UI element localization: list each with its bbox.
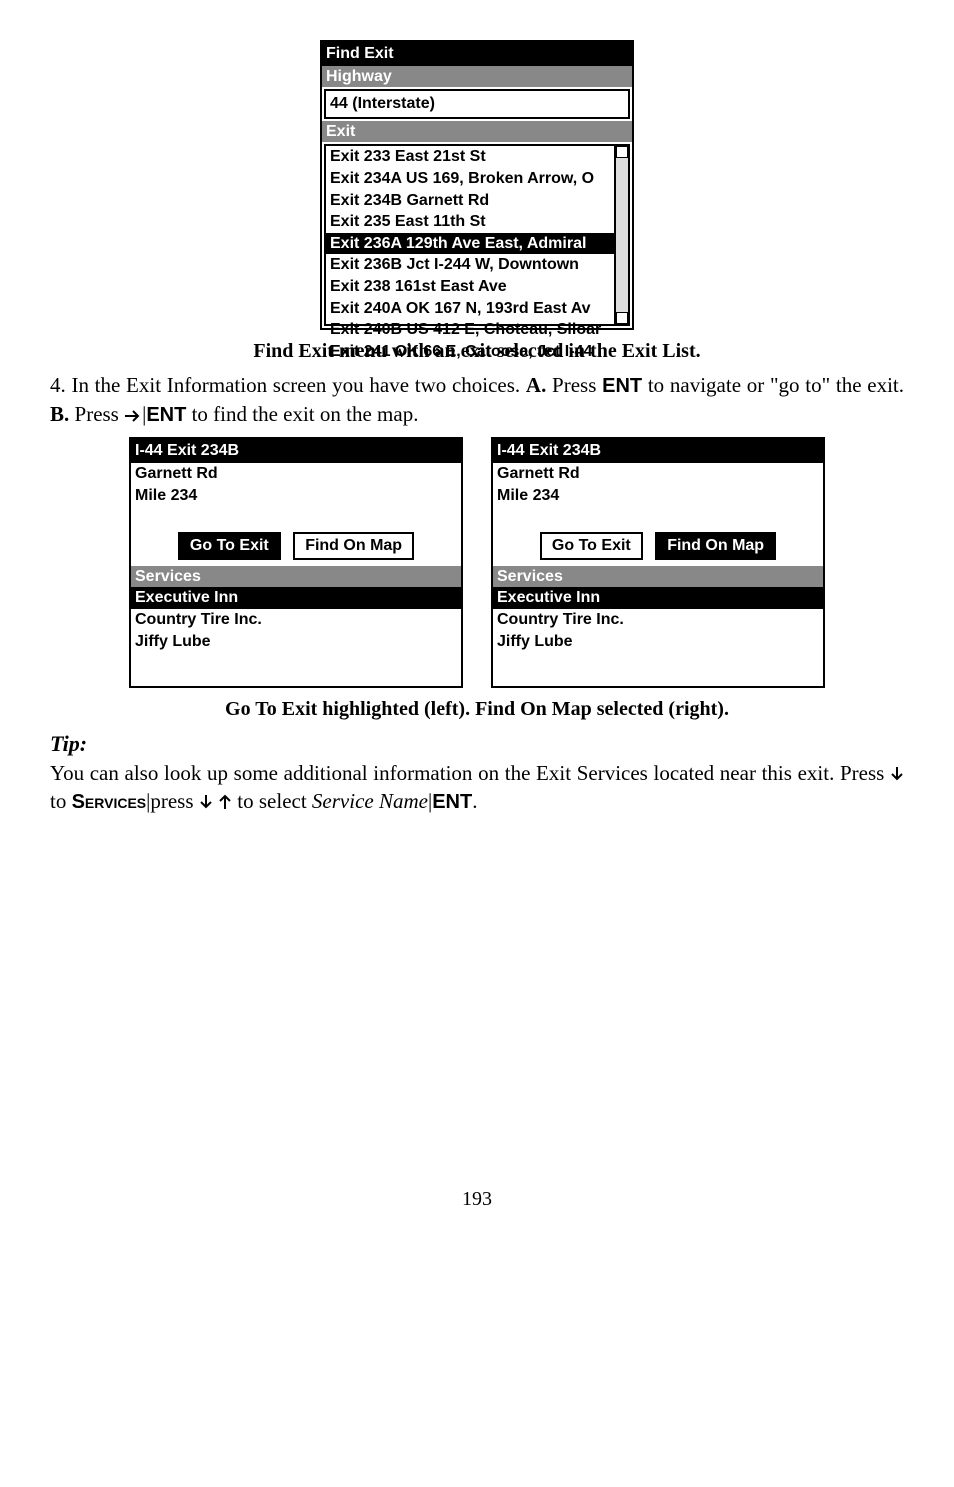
list-item[interactable]: Exit 240A OK 167 N, 193rd East Av [326, 298, 628, 320]
mile-label: Mile 234 [131, 485, 461, 507]
figure-2-caption: Go To Exit highlighted (left). Find On M… [50, 696, 904, 723]
tip-body: You can also look up some additional inf… [50, 759, 904, 816]
arrow-down-icon [199, 794, 213, 810]
key-ent: ENT [432, 791, 472, 813]
list-item[interactable]: Country Tire Inc. [493, 609, 823, 631]
text: to select [232, 789, 312, 813]
text: |press [146, 789, 199, 813]
tip-heading: Tip: [50, 729, 904, 759]
list-item[interactable]: Exit 238 161st East Ave [326, 276, 628, 298]
go-to-exit-button[interactable]: Go To Exit [178, 532, 281, 560]
list-item[interactable]: Exit 240B US 412 E, Choteau, Siloar [326, 319, 628, 341]
key-ent: ENT [146, 404, 186, 426]
find-exit-window: Find Exit Highway 44 (Interstate) Exit E… [320, 40, 634, 330]
text: Service Name [312, 789, 428, 813]
figure-2: I-44 Exit 234B Garnett Rd Mile 234 Go To… [50, 437, 904, 688]
arrow-down-icon [890, 766, 904, 782]
list-item[interactable]: Exit 236B Jct I-244 W, Downtown [326, 254, 628, 276]
scroll-up-icon[interactable] [616, 146, 628, 158]
mile-label: Mile 234 [493, 485, 823, 507]
arrow-up-icon [218, 794, 232, 810]
text: to find the exit on the map. [186, 402, 418, 426]
go-to-exit-button[interactable]: Go To Exit [540, 532, 643, 560]
highway-label: Highway [322, 66, 632, 88]
services-label: Services [131, 566, 461, 588]
scrollbar[interactable] [614, 146, 628, 324]
figure-1: Find Exit Highway 44 (Interstate) Exit E… [50, 40, 904, 330]
list-item[interactable]: Jiffy Lube [131, 631, 461, 653]
scroll-down-icon[interactable] [616, 312, 628, 324]
text: B. [50, 402, 69, 426]
list-item[interactable]: Jiffy Lube [493, 631, 823, 653]
list-item[interactable]: Exit 234A US 169, Broken Arrow, O [326, 168, 628, 190]
list-item[interactable]: Exit 235 East 11th St [326, 211, 628, 233]
key-services: Services [72, 791, 147, 813]
arrow-right-icon [124, 409, 142, 423]
exit-info-window-left: I-44 Exit 234B Garnett Rd Mile 234 Go To… [129, 437, 463, 688]
list-item[interactable]: Exit 234B Garnett Rd [326, 190, 628, 212]
text: 4. In the Exit Information screen you ha… [50, 373, 526, 397]
step-4-paragraph: 4. In the Exit Information screen you ha… [50, 371, 904, 429]
list-item[interactable]: Country Tire Inc. [131, 609, 461, 631]
exit-list[interactable]: Exit 233 East 21st StExit 234A US 169, B… [324, 144, 630, 326]
key-ent: ENT [602, 375, 642, 397]
exit-name: Garnett Rd [131, 463, 461, 485]
find-on-map-button[interactable]: Find On Map [655, 532, 776, 560]
page-number: 193 [50, 1186, 904, 1213]
text: to navigate or "go to" the exit. [642, 373, 904, 397]
exit-info-window-right: I-44 Exit 234B Garnett Rd Mile 234 Go To… [491, 437, 825, 688]
text: Press [69, 402, 124, 426]
page: Find Exit Highway 44 (Interstate) Exit E… [50, 40, 904, 1213]
services-list[interactable]: Executive Inn Country Tire Inc. Jiffy Lu… [493, 587, 823, 686]
services-list[interactable]: Executive Inn Country Tire Inc. Jiffy Lu… [131, 587, 461, 686]
text: to [50, 789, 72, 813]
list-item[interactable]: Exit 236A 129th Ave East, Admiral [326, 233, 628, 255]
services-label: Services [493, 566, 823, 588]
exit-name: Garnett Rd [493, 463, 823, 485]
text: You can also look up some additional inf… [50, 761, 890, 785]
find-on-map-button[interactable]: Find On Map [293, 532, 414, 560]
window-title: Find Exit [322, 42, 632, 66]
exit-label: Exit [322, 121, 632, 143]
text: . [472, 789, 477, 813]
window-title: I-44 Exit 234B [493, 439, 823, 463]
list-item[interactable]: Executive Inn [493, 587, 823, 609]
text: A. [526, 373, 546, 397]
list-item[interactable]: Exit 233 East 21st St [326, 146, 628, 168]
list-item[interactable]: Exit 241 OK 66 E, Catoosa, Jct I-44 [326, 341, 628, 363]
highway-field[interactable]: 44 (Interstate) [324, 89, 630, 119]
list-item[interactable]: Executive Inn [131, 587, 461, 609]
text: Press [546, 373, 602, 397]
window-title: I-44 Exit 234B [131, 439, 461, 463]
